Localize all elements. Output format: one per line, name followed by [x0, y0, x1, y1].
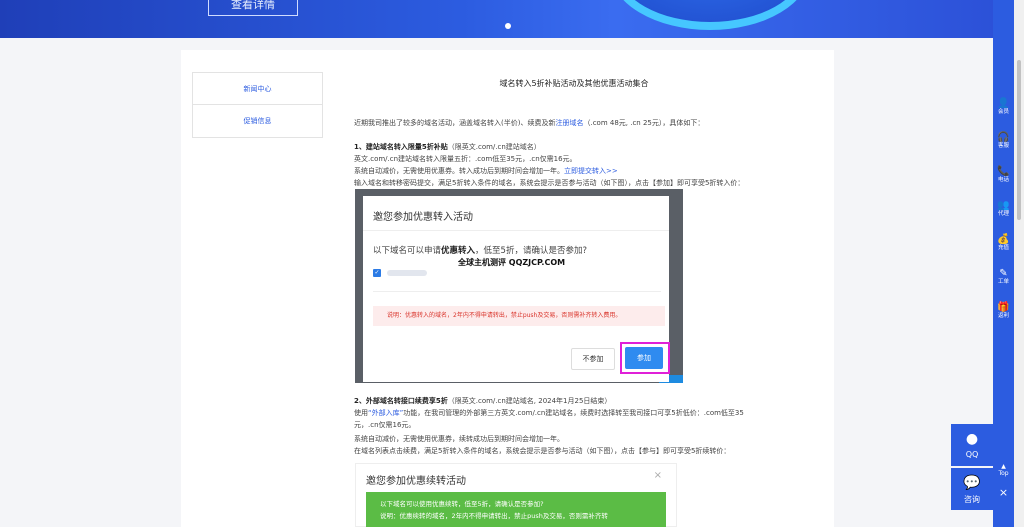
toolbar-item-rebate[interactable]: 🎁 返利	[993, 302, 1014, 320]
section1-line3: 输入域名和转移密码提交，满足5折转入条件的域名，系统会提示是否参与活动（如下图）…	[354, 179, 745, 187]
section2-line1: 使用“外部入库”功能，在我司管理的外部第三方英文.com/.cn建站域名，续费时…	[354, 409, 744, 417]
gift-icon: 🎁	[997, 302, 1010, 313]
divider	[363, 230, 669, 231]
agent-icon: 👥	[997, 200, 1010, 211]
toolbar-item-ticket[interactable]: ✎ 工单	[993, 268, 1014, 286]
toolbar-item-recharge[interactable]: 💰 充值	[993, 234, 1014, 252]
scrollbar[interactable]	[1014, 0, 1024, 527]
top-banner: 查看详情	[0, 0, 1024, 38]
scrollbar-thumb[interactable]	[1017, 60, 1021, 220]
toolbar-item-phone[interactable]: 📞 电话	[993, 166, 1014, 184]
section2-line2: 元，.cn仅需16元。	[354, 421, 416, 429]
right-toolbar: 👤 会员 🎧 客服 📞 电话 👥 代理 💰 充值 ✎ 工单 🎁 返利 ▲ Top…	[993, 0, 1014, 527]
view-details-button[interactable]: 查看详情	[208, 0, 298, 16]
toolbar-item-support[interactable]: 🎧 客服	[993, 132, 1014, 150]
toolbar-item-agent[interactable]: 👥 代理	[993, 200, 1014, 218]
blurred-domain	[387, 270, 427, 276]
money-bag-icon: 💰	[997, 234, 1010, 245]
join-button[interactable]: 参加	[625, 347, 663, 369]
toolbar-item-member[interactable]: 👤 会员	[993, 98, 1014, 116]
chat-icon: 💬	[963, 475, 981, 491]
modal-question: 以下域名可以申请优惠转入，低至5折，请确认是否参加?	[373, 246, 587, 256]
divider	[373, 291, 661, 292]
banner-graphic	[610, 0, 810, 30]
section2-line3: 系统自动减价，无需使用优惠券，续转成功后到期时间会增加一年。	[354, 435, 564, 443]
close-icon[interactable]: ×	[993, 486, 1014, 499]
register-domain-link[interactable]: 注册域名	[555, 119, 583, 127]
back-to-top-button[interactable]: ▲ Top	[993, 463, 1014, 477]
renewal-offer-modal: 邀您参加优惠续转活动 × 以下域名可以使用优惠续转，低至5折，请确认是否参加? …	[355, 463, 677, 527]
section2-heading: 2、外部域名转接口续费享5折（限英文.com/.cn建站域名, 2024年1月2…	[354, 397, 612, 405]
article-title: 域名转入5折补贴活动及其他优惠活动集合	[499, 79, 649, 88]
consult-float-button[interactable]: 💬 咨询	[951, 468, 993, 510]
modal-title: 邀您参加优惠续转活动	[366, 476, 466, 487]
section2-line4: 在域名列表点击续费，满足5折转入条件的域名，系统会提示是否参与活动（如下图），点…	[354, 447, 731, 455]
qq-icon: ●	[965, 431, 979, 447]
section1-line2: 系统自动减价，无需使用优惠券。转入成功后到期时间会增加一年。立即提交转入>>	[354, 167, 618, 175]
modal-title: 邀您参加优惠转入活动	[373, 212, 473, 223]
side-nav: 新闻中心 促销信息	[192, 72, 323, 138]
external-import-link[interactable]: “外部入库”	[368, 409, 403, 417]
headset-icon: 🎧	[997, 132, 1010, 143]
person-icon: 👤	[997, 98, 1010, 109]
qq-float-button[interactable]: ● QQ	[951, 424, 993, 466]
section1-line1: 英文.com/.cn建站域名转入限量五折：.com低至35元，.cn仅需16元。	[354, 155, 577, 163]
transfer-offer-modal: 邀您参加优惠转入活动 以下域名可以申请优惠转入，低至5折，请确认是否参加? 全球…	[363, 196, 670, 382]
section1-heading: 1、建站域名转入限量5折补贴（限英文.com/.cn建站域名）	[354, 143, 541, 151]
edit-icon: ✎	[999, 268, 1008, 279]
arrow-up-icon: ▲	[1001, 463, 1006, 470]
carousel-dot[interactable]	[505, 23, 511, 29]
sidenav-item-news[interactable]: 新闻中心	[193, 73, 322, 105]
decline-button[interactable]: 不参加	[571, 348, 615, 370]
submit-transfer-link[interactable]: 立即提交转入>>	[564, 167, 618, 175]
watermark: 全球主机测评 QQZJCP.COM	[458, 258, 566, 267]
intro-paragraph: 近期我司推出了较多的域名活动，涵盖域名转入(半价)、续费及新注册域名（.com …	[354, 119, 705, 127]
close-icon[interactable]: ×	[654, 470, 662, 481]
sidenav-item-promotions[interactable]: 促销信息	[193, 105, 322, 137]
modal-note: 说明：优惠转入的域名，2年内不得申请转出，禁止push及交易，否则需补齐转入费用…	[373, 306, 665, 326]
domain-checkbox[interactable]: ✓	[373, 269, 381, 277]
phone-icon: 📞	[997, 166, 1010, 177]
renewal-notice: 以下域名可以使用优惠续转，低至5折，请确认是否参加? 说明：优惠续转的域名，2年…	[366, 492, 666, 527]
